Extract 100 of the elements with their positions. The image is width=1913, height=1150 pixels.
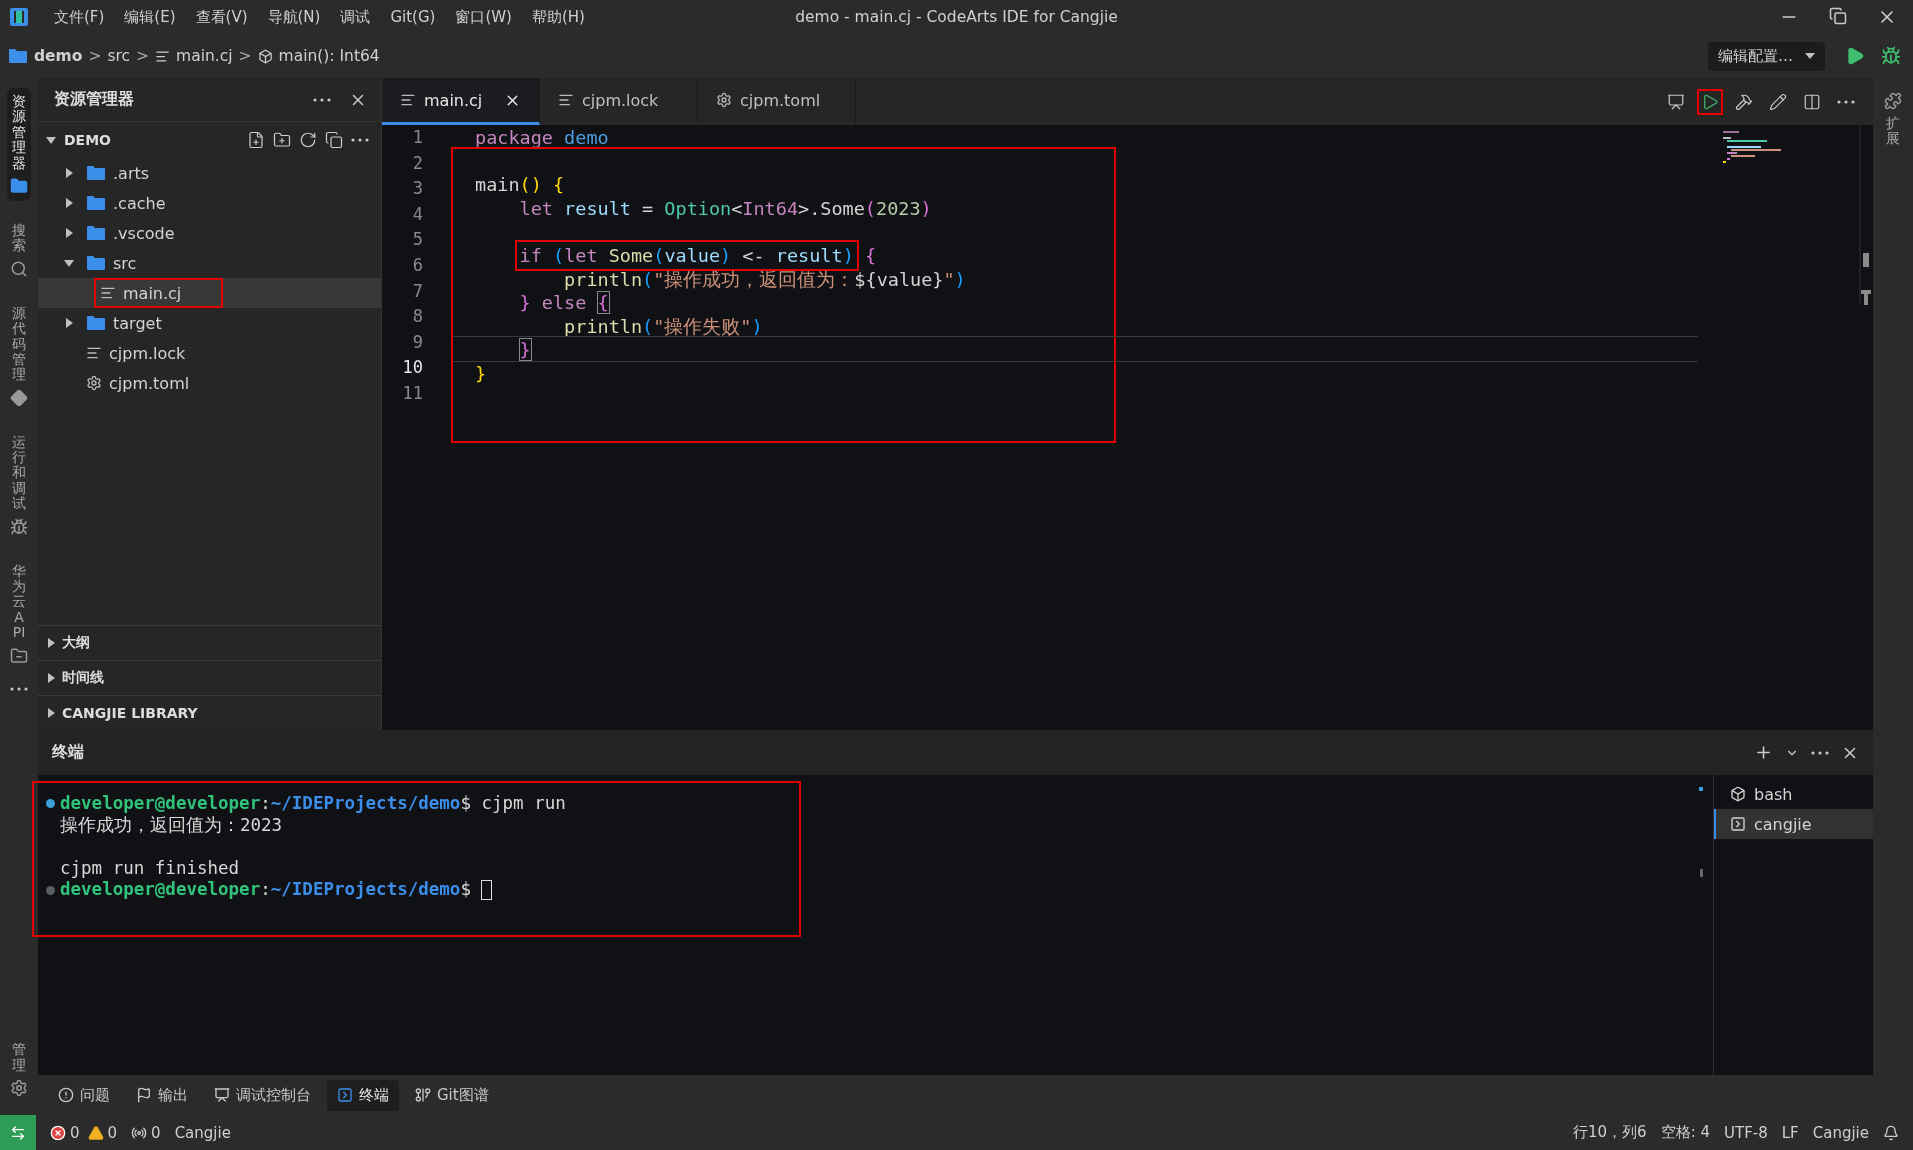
more-icon[interactable] (351, 138, 369, 142)
tree-item-row[interactable]: .cache (38, 188, 381, 218)
terminal-line: 操作成功，返回值为：2023 (60, 814, 283, 837)
new-file-icon[interactable] (247, 131, 265, 149)
panel-tab[interactable]: 问题 (48, 1079, 120, 1111)
tree-item-row[interactable]: cjpm.lock (38, 338, 381, 368)
refresh-icon[interactable] (299, 131, 317, 149)
tree-item-row[interactable]: target (38, 308, 381, 338)
toolbar-button[interactable] (1697, 88, 1723, 115)
run-icon[interactable] (1845, 46, 1865, 66)
code-line: } else { (518, 291, 609, 315)
editor-tab[interactable]: main.cj (382, 78, 540, 125)
activity-item[interactable]: 搜索 (7, 216, 31, 284)
tree-item-row[interactable]: cjpm.toml (38, 368, 381, 398)
activity-item[interactable]: 资源管理器 (7, 88, 31, 201)
panel-title: 资源管理器 (54, 89, 134, 110)
bug-icon[interactable] (10, 517, 28, 536)
code-line: println("操作成功，返回值为：${value}") (563, 267, 966, 292)
bell-icon[interactable] (1883, 1124, 1899, 1141)
breadcrumb-item[interactable]: main.cj (176, 47, 233, 65)
menu-item[interactable]: 帮助(H) (522, 7, 595, 27)
caret-icon (1805, 53, 1815, 59)
run-icon (1701, 92, 1719, 111)
more-icon[interactable] (313, 97, 331, 102)
panel-tab[interactable]: 调试控制台 (204, 1079, 321, 1111)
code-line: if (let Some(value) <- result) { (453, 241, 877, 268)
search-icon[interactable] (10, 259, 28, 278)
line-number: 11 (401, 381, 424, 405)
panel-tab[interactable]: Git图谱 (405, 1079, 499, 1111)
code-line: package demo (474, 126, 609, 150)
terminal-session[interactable]: bash (1714, 779, 1873, 809)
debug-icon[interactable] (1881, 46, 1901, 66)
menu-item[interactable]: Git(G) (380, 8, 446, 26)
tree-item-row[interactable]: .vscode (38, 218, 381, 248)
file-icon (558, 92, 574, 108)
run-config-dropdown[interactable]: 编辑配置… (1708, 41, 1825, 71)
panel-title: 终端 (52, 742, 84, 763)
more-icon[interactable] (1811, 750, 1829, 755)
graph-icon (415, 1087, 431, 1103)
breadcrumb-separator: > (136, 47, 150, 65)
flag-icon (136, 1087, 152, 1103)
app-logo (8, 6, 30, 28)
language-status[interactable]: Cangjie (174, 1123, 231, 1142)
activity-item[interactable]: 管理 (7, 1036, 31, 1103)
tree-item-row[interactable]: .arts (38, 158, 381, 188)
breadcrumb-item[interactable]: main(): Int64 (278, 47, 380, 65)
tree-item-label: .vscode (113, 223, 175, 243)
file-icon (155, 48, 171, 64)
ports-status[interactable]: 0 (131, 1123, 161, 1142)
folder-icon (8, 48, 28, 64)
terminal-line: developer@developer:~/IDEProjects/demo$ cjpm run (60, 793, 566, 815)
restore-icon[interactable] (1829, 7, 1847, 25)
terminal-icon (337, 1087, 353, 1103)
activity-item[interactable]: 华为云 API (7, 557, 31, 671)
status-item[interactable]: Cangjie (1812, 1123, 1869, 1142)
box-icon (1730, 786, 1746, 802)
add-icon[interactable] (1754, 743, 1773, 762)
hammer-icon (1735, 92, 1753, 111)
tree-item-label: target (113, 313, 162, 333)
menu-item[interactable]: 窗口(W) (445, 7, 522, 27)
more-icon[interactable] (10, 686, 28, 691)
menu-item[interactable]: 导航(N) (257, 7, 331, 27)
status-item[interactable]: 空格: 4 (1660, 1123, 1710, 1142)
section-header[interactable]: 时间线 (38, 660, 381, 695)
status-item[interactable]: LF (1781, 1123, 1799, 1142)
section-header[interactable]: 大纲 (38, 625, 381, 660)
remote-button[interactable] (0, 1115, 36, 1150)
tree-item-label: cjpm.toml (109, 373, 190, 393)
file-icon (400, 92, 416, 108)
menu-item[interactable]: 调试 (330, 7, 381, 27)
diamond-icon[interactable] (10, 388, 28, 407)
activity-item[interactable]: 运行和调试 (7, 428, 31, 542)
puzzle-icon[interactable] (1884, 92, 1902, 110)
warning-icon (87, 1124, 104, 1141)
breadcrumb-item[interactable]: src (107, 47, 131, 65)
activity-label[interactable]: 扩展 (1886, 116, 1900, 147)
collapse-icon[interactable] (325, 131, 343, 149)
problems-status[interactable]: 0 0 (50, 1123, 118, 1142)
activity-item[interactable]: 源代码管理 (7, 299, 31, 413)
folder-icon[interactable] (10, 176, 28, 195)
gear-icon (716, 92, 732, 108)
status-item[interactable]: 行10，列6 (1573, 1123, 1647, 1142)
breadcrumb-separator: > (88, 47, 102, 65)
menu-item[interactable]: 查看(V) (185, 7, 258, 27)
gear-icon[interactable] (10, 1079, 28, 1097)
menu-item[interactable]: 编辑(E) (114, 7, 186, 27)
tree-root[interactable]: DEMO (38, 122, 381, 158)
panel-tab[interactable]: 输出 (126, 1079, 198, 1111)
terminal-line: cjpm run finished (60, 857, 240, 880)
tree-item-row[interactable]: main.cj (38, 278, 381, 308)
panel-tab[interactable]: 终端 (327, 1079, 399, 1111)
tree-item-row[interactable]: src (38, 248, 381, 278)
status-item[interactable]: UTF-8 (1724, 1123, 1768, 1142)
pencil-icon (1769, 92, 1787, 111)
breadcrumb-item[interactable]: demo (34, 47, 83, 65)
code-line: } (474, 361, 487, 386)
terminal-session[interactable]: cangjie (1714, 809, 1873, 839)
tree-item-label: .cache (113, 193, 166, 213)
menu-item[interactable]: 文件(F) (44, 7, 115, 27)
new-folder-icon[interactable] (273, 131, 291, 149)
